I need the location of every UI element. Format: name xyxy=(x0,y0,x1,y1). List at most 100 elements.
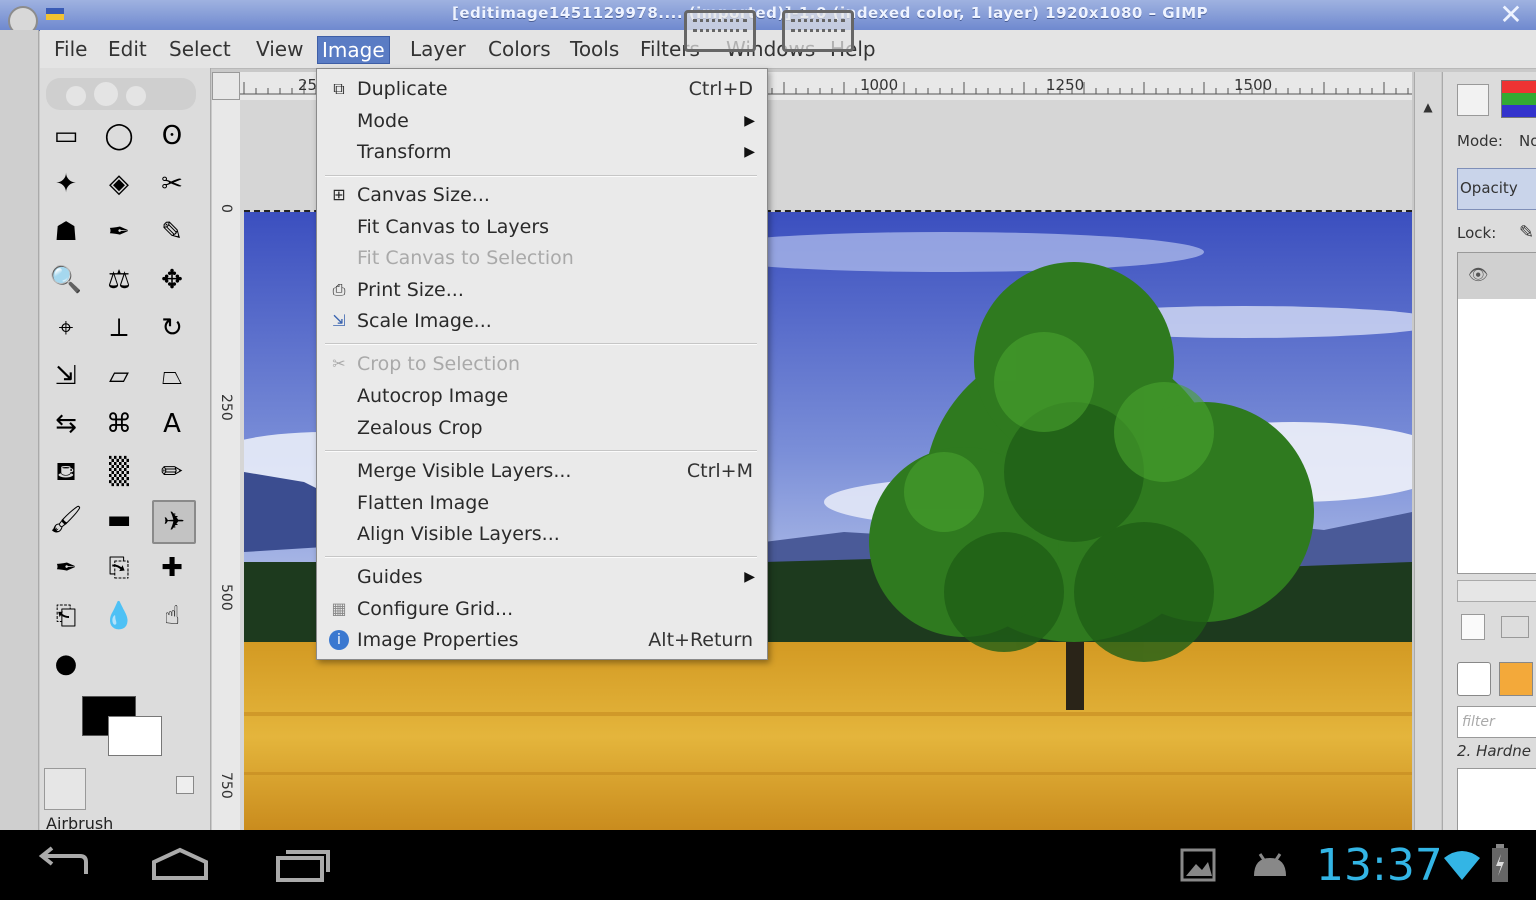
menu-item-duplicate[interactable]: ⧉ Duplicate Ctrl+D xyxy=(317,73,767,105)
layer-group-icon[interactable] xyxy=(1501,616,1529,638)
menu-item-merge-visible-layers[interactable]: Merge Visible Layers... Ctrl+M xyxy=(317,455,767,487)
menu-item-flatten-image[interactable]: Flatten Image xyxy=(317,487,767,519)
zoom-tool-icon[interactable]: 🔍 xyxy=(46,260,86,300)
measure-tool-icon[interactable]: ⚖ xyxy=(99,260,139,300)
vertical-scrollbar[interactable]: ▲ xyxy=(1414,72,1441,830)
color-picker-tool-icon[interactable]: ✎ xyxy=(152,212,192,252)
menu-item-guides[interactable]: Guides ▶ xyxy=(317,561,767,593)
new-layer-icon[interactable] xyxy=(1461,614,1485,640)
menu-view[interactable]: View xyxy=(252,36,307,62)
menu-item-zealous-crop[interactable]: Zealous Crop xyxy=(317,412,767,444)
ruler-corner-icon[interactable] xyxy=(212,72,240,100)
menu-select[interactable]: Select xyxy=(165,36,235,62)
eye-icon[interactable]: 👁 xyxy=(1468,265,1488,284)
align-tool-icon[interactable]: ⌖ xyxy=(46,308,86,348)
channels-tab-icon[interactable] xyxy=(1501,80,1536,118)
menu-item-transform[interactable]: Transform ▶ xyxy=(317,136,767,168)
menu-separator xyxy=(325,450,757,452)
text-tool-icon[interactable]: A xyxy=(152,404,192,444)
background-color-swatch[interactable] xyxy=(108,716,162,756)
wifi-icon[interactable] xyxy=(1442,846,1482,882)
bucket-fill-tool-icon[interactable]: ⛾ xyxy=(46,452,86,492)
foreground-select-tool-icon[interactable]: ☗ xyxy=(46,212,86,252)
window-title-bar: [editimage1451129978.... (imported)]-1.0… xyxy=(0,0,1536,36)
move-tool-icon[interactable]: ✥ xyxy=(152,260,192,300)
blend-tool-icon[interactable]: ▒ xyxy=(99,452,139,492)
menu-item-autocrop-image[interactable]: Autocrop Image xyxy=(317,380,767,412)
ruler-vertical[interactable]: 0 250 500 750 xyxy=(212,100,241,830)
cage-transform-tool-icon[interactable]: ⌘ xyxy=(99,404,139,444)
opacity-field[interactable]: Opacity xyxy=(1457,168,1536,210)
heal-tool-icon[interactable]: ✚ xyxy=(152,548,192,588)
rect-select-tool-icon[interactable]: ▭ xyxy=(46,116,86,156)
shear-tool-icon[interactable]: ▱ xyxy=(99,356,139,396)
menu-item-label: Scale Image... xyxy=(357,310,492,332)
scissors-select-tool-icon[interactable]: ✂ xyxy=(152,164,192,204)
layer-row[interactable]: 👁 xyxy=(1458,253,1536,299)
ruler-label: 1500 xyxy=(1234,76,1273,94)
brush-preview-icon[interactable] xyxy=(1457,662,1491,696)
scale-tool-icon[interactable]: ⇲ xyxy=(46,356,86,396)
menu-item-label: Flatten Image xyxy=(357,492,490,514)
tool-options-icon[interactable] xyxy=(44,768,86,810)
battery-icon[interactable] xyxy=(1490,844,1510,884)
menu-item-label: Fit Canvas to Layers xyxy=(357,216,550,238)
keyboard-icon[interactable] xyxy=(684,10,756,52)
keyboard-icon[interactable] xyxy=(782,10,854,52)
perspective-tool-icon[interactable]: ⏢ xyxy=(152,356,192,396)
perspective-clone-tool-icon[interactable]: ⎗ xyxy=(46,596,86,636)
crop-tool-icon[interactable]: ⟂ xyxy=(99,308,139,348)
fuzzy-select-tool-icon[interactable]: ✦ xyxy=(46,164,86,204)
wilber-logo-icon xyxy=(46,78,196,110)
eraser-tool-icon[interactable]: ▬ xyxy=(99,500,139,540)
menu-item-label: Merge Visible Layers... xyxy=(357,460,572,482)
pattern-preview-icon[interactable] xyxy=(1499,662,1533,696)
flip-tool-icon[interactable]: ⇆ xyxy=(46,404,86,444)
menu-item-fit-canvas-to-layers[interactable]: Fit Canvas to Layers xyxy=(317,211,767,243)
brush-filter-input[interactable]: filter xyxy=(1457,706,1536,738)
scroll-up-icon[interactable]: ▲ xyxy=(1420,100,1436,120)
menu-item-print-size[interactable]: ⎙ Print Size... xyxy=(317,274,767,306)
menu-item-mode[interactable]: Mode ▶ xyxy=(317,105,767,137)
configure-icon[interactable] xyxy=(176,776,194,794)
menu-item-configure-grid[interactable]: ▦ Configure Grid... xyxy=(317,593,767,625)
menu-edit[interactable]: Edit xyxy=(104,36,151,62)
layers-list[interactable]: 👁 xyxy=(1457,252,1536,574)
menu-layer[interactable]: Layer xyxy=(406,36,470,62)
gallery-notification-icon[interactable] xyxy=(1180,848,1216,882)
paths-tool-icon[interactable]: ✒ xyxy=(99,212,139,252)
brush-preview[interactable] xyxy=(1457,768,1536,832)
dodge-burn-tool-icon[interactable]: ● xyxy=(46,644,86,684)
smudge-tool-icon[interactable]: ☝ xyxy=(152,596,192,636)
android-notification-icon[interactable] xyxy=(1250,850,1290,880)
toolbox: ▭ ◯ ʘ ✦ ◈ ✂ ☗ ✒ ✎ 🔍 ⚖ ✥ ⌖ ⟂ ↻ ⇲ ▱ ⏢ ⇆ ⌘ A ⛾ ▒ ✏ 🖌 ▬ ✈ ✒ ⎘ ✚ ⎗ 💧 ☝ ● Airbr… xyxy=(40,68,211,833)
menu-tools[interactable]: Tools xyxy=(566,36,623,62)
menu-colors[interactable]: Colors xyxy=(484,36,555,62)
home-icon[interactable] xyxy=(140,840,220,890)
menu-item-align-visible-layers[interactable]: Align Visible Layers... xyxy=(317,518,767,550)
ink-tool-icon[interactable]: ✒ xyxy=(46,548,86,588)
paintbrush-tool-icon[interactable]: 🖌 xyxy=(46,500,86,540)
back-icon[interactable] xyxy=(24,840,104,890)
close-icon[interactable]: ✕ xyxy=(1496,1,1526,29)
menu-file[interactable]: File xyxy=(50,36,91,62)
clone-tool-icon[interactable]: ⎘ xyxy=(99,548,139,588)
window-menu-icon[interactable] xyxy=(46,8,64,20)
menu-item-canvas-size[interactable]: ⊞ Canvas Size... xyxy=(317,179,767,211)
layers-tab-icon[interactable] xyxy=(1457,84,1489,116)
ellipse-select-tool-icon[interactable]: ◯ xyxy=(99,116,139,156)
airbrush-tool-icon[interactable]: ✈ xyxy=(152,500,196,544)
menu-item-image-properties[interactable]: i Image Properties Alt+Return xyxy=(317,624,767,656)
pencil-tool-icon[interactable]: ✏ xyxy=(152,452,192,492)
lock-pixels-icon[interactable]: ✎ xyxy=(1519,222,1534,243)
blur-tool-icon[interactable]: 💧 xyxy=(99,596,139,636)
recent-apps-icon[interactable] xyxy=(262,840,342,890)
rotate-tool-icon[interactable]: ↻ xyxy=(152,308,192,348)
mode-value[interactable]: No xyxy=(1519,132,1536,150)
menu-item-scale-image[interactable]: ⇲ Scale Image... xyxy=(317,305,767,337)
free-select-tool-icon[interactable]: ʘ xyxy=(152,116,192,156)
layers-hscroll[interactable] xyxy=(1457,580,1536,602)
duplicate-icon: ⧉ xyxy=(333,79,345,98)
color-select-tool-icon[interactable]: ◈ xyxy=(99,164,139,204)
menu-image[interactable]: Image xyxy=(317,36,390,64)
